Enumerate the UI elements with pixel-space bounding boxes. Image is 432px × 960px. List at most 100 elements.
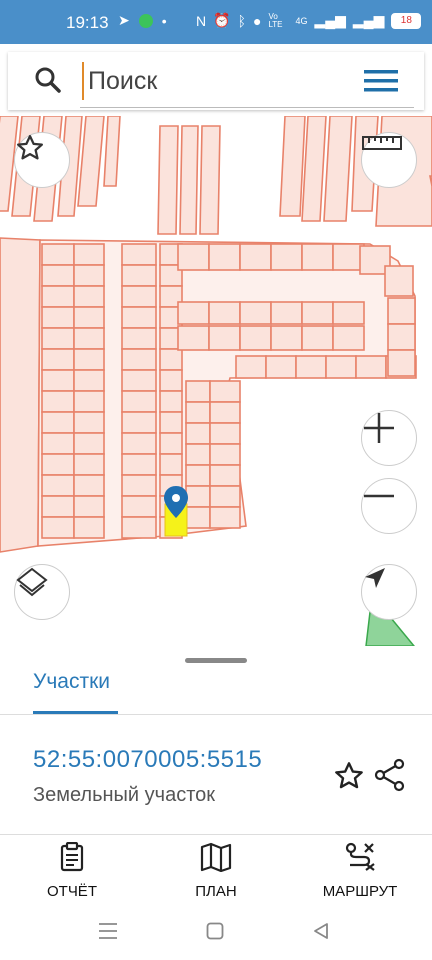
navigation-arrow-icon (365, 568, 385, 588)
parcel (384, 265, 414, 297)
share-icon[interactable] (373, 758, 407, 797)
search-input[interactable] (82, 62, 340, 100)
clipboard-icon (60, 841, 84, 872)
dot-icon: • (161, 12, 167, 29)
route-button[interactable]: МАРШРУТ (300, 842, 420, 900)
parcel (41, 516, 75, 539)
tab-divider (0, 714, 432, 715)
parcel (73, 411, 105, 434)
search-underline (80, 107, 414, 108)
parcel (41, 243, 75, 266)
whatsapp-icon (138, 13, 153, 28)
parcel (41, 390, 75, 413)
parcel (41, 369, 75, 392)
parcel (73, 495, 105, 518)
parcel (209, 422, 241, 445)
home-icon[interactable] (206, 922, 224, 945)
parcel (121, 264, 157, 287)
report-button[interactable]: ОТЧЁТ (12, 841, 132, 900)
parcel (209, 380, 241, 403)
parcel (185, 506, 211, 529)
parcel (121, 474, 157, 497)
tab-parcels[interactable]: Участки (33, 670, 110, 694)
plus-icon (364, 413, 394, 443)
parcel (270, 325, 303, 351)
parcel (159, 348, 183, 371)
layers-button[interactable] (14, 564, 70, 620)
parcel (177, 325, 210, 351)
parcel (185, 443, 211, 466)
parcel (209, 506, 241, 529)
parcel (185, 380, 211, 403)
favorite-map-button[interactable] (14, 132, 70, 188)
parcel (121, 432, 157, 455)
parcel (41, 495, 75, 518)
parcel (121, 306, 157, 329)
parcel (387, 297, 416, 325)
location-icon: ● (252, 12, 262, 29)
parcel (209, 464, 241, 487)
ruler-icon (362, 136, 402, 150)
signal-icon: ▂▄▆ (314, 12, 346, 28)
plan-label: ПЛАН (195, 883, 237, 900)
parcel (73, 243, 105, 266)
parcel-type: Земельный участок (33, 784, 216, 806)
parcel (387, 349, 416, 377)
route-label: МАРШРУТ (322, 883, 398, 900)
parcel (73, 285, 105, 308)
parcel (177, 301, 210, 325)
parcel (121, 285, 157, 308)
parcel (41, 285, 75, 308)
star-icon (17, 135, 43, 160)
parcel (159, 369, 183, 392)
parcel (270, 243, 303, 271)
parcel (73, 390, 105, 413)
report-label: ОТЧЁТ (46, 883, 97, 900)
signal-icon-2: ▂▄▆ (352, 12, 385, 28)
telegram-icon: ➤ (118, 12, 130, 28)
parcel (159, 432, 183, 455)
parcel-cadastral-number[interactable]: 52:55:0070005:5515 (33, 746, 262, 774)
status-right-icons: N ⏰ ᛒ ● Vo LTE 4G ▂▄▆ ▂▄▆ 18 (196, 11, 422, 29)
parcel (73, 516, 105, 539)
map-view[interactable] (0, 116, 432, 646)
network-label: 4G (295, 15, 308, 26)
parcel (159, 390, 183, 413)
parcel (301, 243, 334, 271)
parcel (41, 453, 75, 476)
parcel (325, 355, 357, 379)
back-icon[interactable] (312, 922, 330, 945)
parcel (185, 464, 211, 487)
parcel (73, 453, 105, 476)
recent-apps-icon[interactable] (98, 922, 118, 945)
parcel (121, 390, 157, 413)
alarm-icon: ⏰ (213, 12, 231, 28)
parcel (41, 327, 75, 350)
menu-icon[interactable] (364, 68, 398, 99)
parcel (355, 355, 387, 379)
parcel (121, 453, 157, 476)
sheet-drag-handle[interactable] (185, 658, 247, 663)
parcel (41, 348, 75, 371)
parcel (73, 264, 105, 287)
zoom-out-button[interactable] (361, 478, 417, 534)
zoom-in-button[interactable] (361, 410, 417, 466)
parcel (270, 301, 303, 325)
my-location-button[interactable] (361, 564, 417, 620)
status-time: 19:13 (66, 13, 109, 32)
ruler-button[interactable] (361, 132, 417, 188)
search-icon[interactable] (34, 66, 62, 99)
parcel (332, 301, 365, 325)
plan-button[interactable]: ПЛАН (156, 842, 276, 900)
parcel (73, 369, 105, 392)
parcel (239, 301, 272, 325)
parcel (159, 453, 183, 476)
status-left-icons: ➤ • (118, 12, 167, 29)
volte-label: Vo LTE (268, 11, 283, 29)
parcel (41, 306, 75, 329)
parcel (73, 474, 105, 497)
parcel (121, 411, 157, 434)
parcel (121, 495, 157, 518)
favorite-parcel-icon[interactable] (333, 760, 365, 797)
battery-icon: 18 (391, 12, 422, 29)
